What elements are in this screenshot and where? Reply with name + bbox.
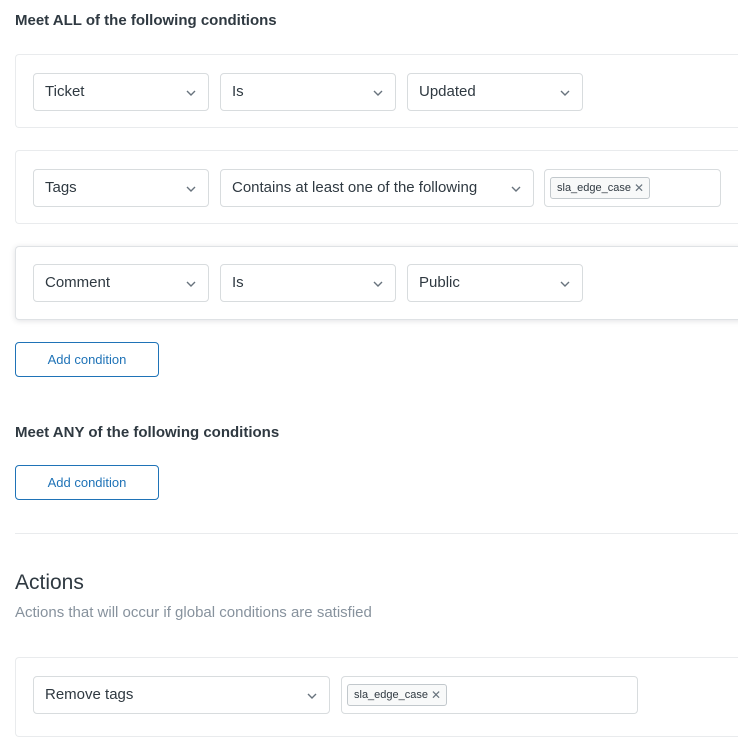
condition-row: Tags Contains at least one of the follow…	[15, 150, 738, 224]
chevron-down-icon	[186, 90, 196, 96]
condition-row: Ticket Is Updated	[15, 54, 738, 128]
condition-operator-select[interactable]: Is	[220, 264, 396, 302]
all-conditions-title: Meet ALL of the following conditions	[15, 12, 277, 29]
add-any-condition-button[interactable]: Add condition	[15, 465, 159, 500]
condition-value-text: Updated	[419, 83, 476, 100]
condition-field-select[interactable]: Tags	[33, 169, 209, 207]
chevron-down-icon	[560, 90, 570, 96]
any-conditions-title: Meet ANY of the following conditions	[15, 424, 280, 441]
condition-row: Comment Is Public	[15, 246, 738, 320]
add-all-condition-button[interactable]: Add condition	[15, 342, 159, 377]
action-row: Remove tags sla_edge_case ✕	[15, 657, 738, 737]
actions-title: Actions	[15, 571, 84, 594]
close-icon[interactable]: ✕	[634, 178, 644, 198]
tag-label: sla_edge_case	[557, 182, 632, 194]
chevron-down-icon	[560, 281, 570, 287]
actions-subtitle: Actions that will occur if global condit…	[15, 604, 372, 621]
condition-operator-value: Is	[232, 274, 244, 291]
condition-field-select[interactable]: Comment	[33, 264, 209, 302]
condition-operator-value: Contains at least one of the following	[232, 179, 478, 196]
condition-operator-select[interactable]: Contains at least one of the following	[220, 169, 534, 207]
condition-value-text: Public	[419, 274, 460, 291]
action-type-value: Remove tags	[45, 686, 134, 703]
chevron-down-icon	[373, 281, 383, 287]
chevron-down-icon	[373, 90, 383, 96]
condition-operator-select[interactable]: Is	[220, 73, 396, 111]
condition-operator-value: Is	[232, 83, 244, 100]
chevron-down-icon	[186, 281, 196, 287]
condition-field-value: Ticket	[45, 83, 85, 100]
condition-value-select[interactable]: Public	[407, 264, 583, 302]
chevron-down-icon	[511, 186, 521, 192]
condition-field-select[interactable]: Ticket	[33, 73, 209, 111]
close-icon[interactable]: ✕	[431, 685, 441, 705]
action-type-select[interactable]: Remove tags	[33, 676, 330, 714]
tag-chip: sla_edge_case ✕	[550, 177, 651, 199]
condition-value-select[interactable]: Updated	[407, 73, 583, 111]
section-divider	[15, 533, 738, 534]
chevron-down-icon	[307, 693, 317, 699]
tags-input[interactable]: sla_edge_case ✕	[544, 169, 721, 207]
condition-field-value: Tags	[45, 179, 77, 196]
tags-input[interactable]: sla_edge_case ✕	[341, 676, 638, 714]
tag-chip: sla_edge_case ✕	[347, 684, 448, 706]
condition-field-value: Comment	[45, 274, 111, 291]
chevron-down-icon	[186, 186, 196, 192]
tag-label: sla_edge_case	[354, 689, 429, 701]
